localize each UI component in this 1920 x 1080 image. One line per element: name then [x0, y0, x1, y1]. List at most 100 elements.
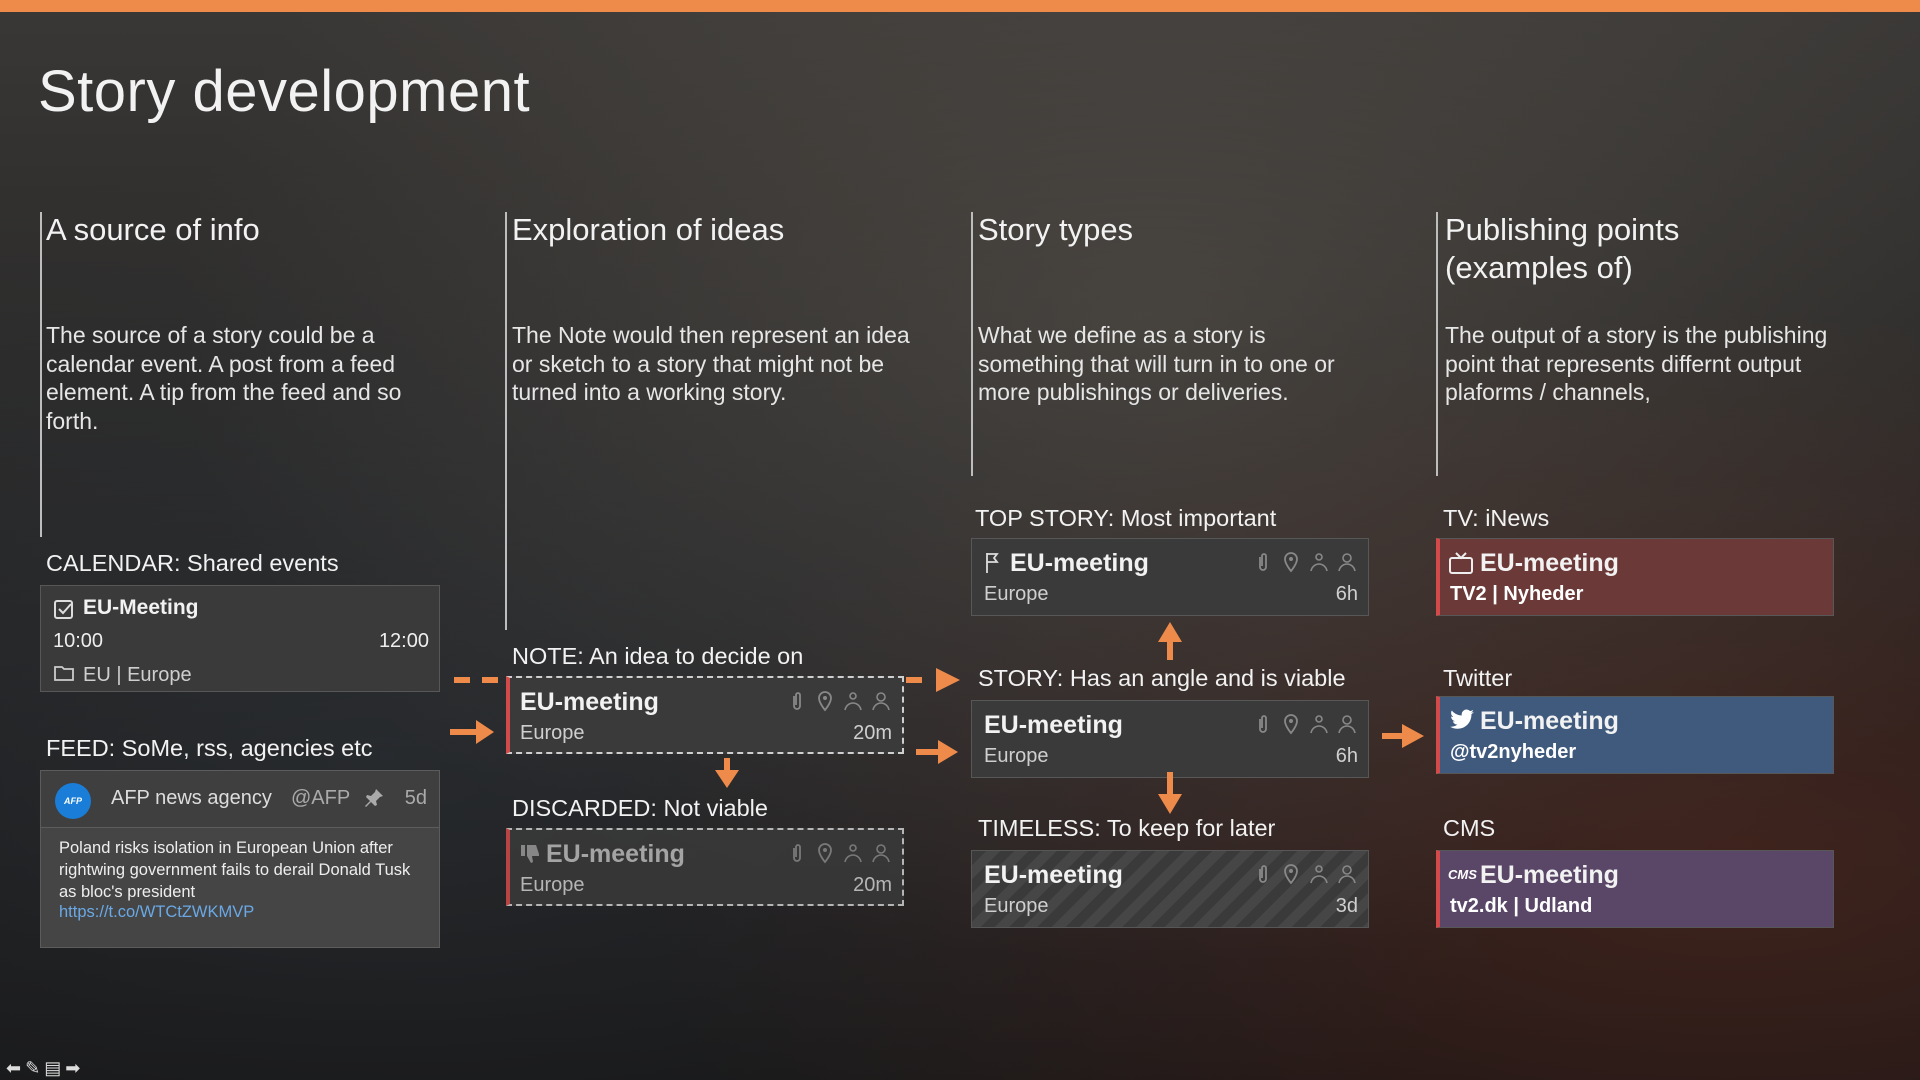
arrow-note-to-story-head — [938, 740, 958, 764]
location-icon — [818, 691, 832, 712]
attachment-icon — [793, 692, 801, 710]
column-heading-publishing-line1: Publishing points — [1445, 212, 1680, 247]
cms-title: EU-meeting — [1480, 861, 1619, 889]
column-divider-1 — [40, 212, 42, 537]
arrow-story-to-timeless-head — [1158, 794, 1182, 814]
twitter-subtitle: @tv2nyheder — [1450, 741, 1577, 763]
person-icon — [872, 844, 890, 863]
timeless-status-icons — [1252, 863, 1358, 885]
feed-item-text: Poland risks isolation in European Union… — [59, 839, 411, 901]
twitter-bird-icon — [1448, 707, 1476, 738]
arrow-feed-to-note-head — [476, 720, 494, 744]
location-icon — [1284, 714, 1298, 735]
top-story-label: TOP STORY: Most important — [975, 505, 1277, 531]
group-icon — [844, 844, 862, 863]
feed-agency-name: AFP news agency — [111, 787, 272, 809]
location-icon — [818, 843, 832, 864]
pin-icon[interactable] — [363, 787, 385, 814]
note-age: 20m — [853, 722, 892, 744]
calendar-event-end: 12:00 — [378, 630, 429, 652]
note-status-icons — [786, 690, 892, 712]
column-divider-2 — [505, 212, 507, 630]
group-icon — [1310, 715, 1328, 734]
discarded-card[interactable]: EU-meeting Europe 20m — [506, 828, 904, 906]
cms-publishing-card[interactable]: CMS EU-meeting tv2.dk | Udland — [1436, 850, 1834, 928]
cms-badge-icon: CMS — [1448, 867, 1477, 882]
calendar-event-folder: EU | Europe — [83, 664, 192, 686]
story-title: EU-meeting — [984, 711, 1123, 739]
thumbs-down-icon — [518, 842, 542, 871]
page-title: Story development — [38, 59, 531, 124]
feed-label: FEED: SoMe, rss, agencies etc — [46, 735, 373, 761]
story-label: STORY: Has an angle and is viable — [978, 665, 1346, 691]
flag-icon — [984, 551, 1002, 580]
tv-publishing-card[interactable]: EU-meeting TV2 | Nyheder — [1436, 538, 1834, 616]
column-desc-story-types: What we define as a story is something t… — [978, 322, 1335, 405]
slideshow-nav: ⬅ ✎ ▤ ➡ — [6, 1058, 80, 1079]
attachment-icon — [1259, 715, 1267, 733]
column-heading-source: A source of info — [46, 212, 260, 247]
menu-icon[interactable]: ▤ — [44, 1058, 61, 1079]
person-icon — [1338, 715, 1356, 734]
attachment-icon — [1259, 865, 1267, 883]
afp-logo-icon: AFP — [55, 783, 91, 819]
story-status-icons — [1252, 713, 1358, 735]
cms-subtitle: tv2.dk | Udland — [1450, 895, 1593, 917]
top-story-subtitle: Europe — [984, 583, 1049, 605]
column-divider-4 — [1436, 212, 1438, 476]
column-divider-3 — [971, 212, 973, 476]
person-icon — [872, 692, 890, 711]
pencil-icon[interactable]: ✎ — [25, 1058, 40, 1079]
arrow-right-icon[interactable]: ➡ — [65, 1058, 80, 1079]
feed-item-card[interactable]: AFP AFP news agency @AFP 5d Poland risks… — [40, 770, 440, 948]
folder-icon — [53, 663, 75, 688]
person-icon — [1338, 865, 1356, 884]
note-subtitle: Europe — [520, 722, 585, 744]
story-subtitle: Europe — [984, 745, 1049, 767]
timeless-subtitle: Europe — [984, 895, 1049, 917]
column-heading-story-types: Story types — [978, 212, 1134, 247]
column-heading-publishing-line2: (examples of) — [1445, 250, 1633, 285]
group-icon — [1310, 865, 1328, 884]
calendar-event-start: 10:00 — [53, 630, 104, 652]
tv-subtitle: TV2 | Nyheder — [1450, 583, 1584, 605]
feed-agency-handle: @AFP — [291, 787, 351, 809]
calendar-event-card[interactable]: EU-Meeting 10:00 12:00 EU | Europe — [40, 585, 440, 692]
top-story-title: EU-meeting — [1010, 549, 1149, 577]
story-age: 6h — [1335, 745, 1358, 767]
arrow-story-to-publishing-head — [1402, 724, 1424, 748]
twitter-publishing-card[interactable]: EU-meeting @tv2nyheder — [1436, 696, 1834, 774]
top-story-card[interactable]: EU-meeting Europe 6h — [971, 538, 1369, 616]
tv-icon — [1448, 551, 1474, 580]
calendar-event-title: EU-Meeting — [83, 596, 199, 619]
tv-title: EU-meeting — [1480, 549, 1619, 577]
top-story-age: 6h — [1335, 583, 1358, 605]
timeless-age: 3d — [1335, 895, 1358, 917]
attachment-icon — [793, 844, 801, 862]
story-card[interactable]: EU-meeting Europe 6h — [971, 700, 1369, 778]
location-icon — [1284, 552, 1298, 573]
group-icon — [844, 692, 862, 711]
timeless-label: TIMELESS: To keep for later — [978, 815, 1276, 841]
note-card[interactable]: EU-meeting Europe 20m — [506, 676, 904, 754]
twitter-title: EU-meeting — [1480, 707, 1619, 735]
twitter-label: Twitter — [1443, 665, 1513, 691]
top-story-status-icons — [1252, 551, 1358, 573]
person-icon — [1338, 553, 1356, 572]
arrow-to-story-label — [936, 668, 960, 692]
arrow-note-to-discarded-head — [715, 770, 739, 788]
arrow-story-to-top-head — [1158, 622, 1182, 642]
feed-item-header: AFP AFP news agency @AFP 5d — [41, 771, 439, 828]
discarded-title: EU-meeting — [546, 840, 685, 868]
discarded-age: 20m — [853, 874, 892, 896]
feed-item-link[interactable]: https://t.co/WTCtZWKMVP — [59, 903, 254, 922]
column-heading-publishing: Publishing points (examples of) — [1445, 211, 1679, 287]
top-accent-bar — [0, 0, 1920, 12]
tv-label: TV: iNews — [1443, 505, 1550, 531]
attachment-icon — [1259, 553, 1267, 571]
note-title: EU-meeting — [520, 688, 659, 716]
timeless-card[interactable]: EU-meeting Europe 3d — [971, 850, 1369, 928]
checkbox-calendar-icon — [53, 598, 75, 625]
arrow-left-icon[interactable]: ⬅ — [6, 1058, 21, 1079]
discarded-subtitle: Europe — [520, 874, 585, 896]
